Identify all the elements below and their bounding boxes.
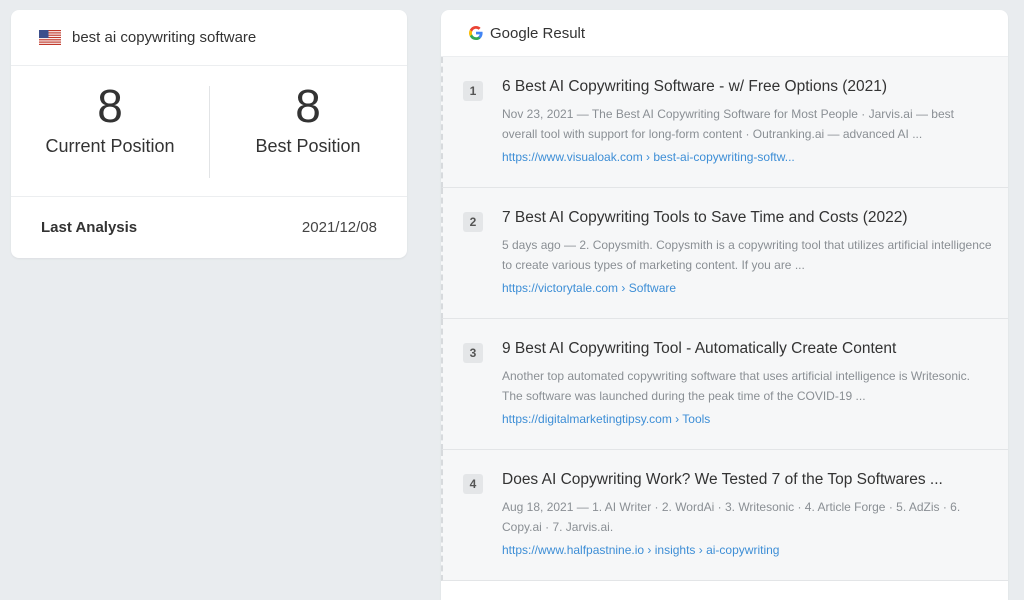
rank-badge: 3 — [463, 343, 483, 363]
best-position-label: Best Position — [255, 136, 361, 156]
result-url-link[interactable]: https://www.visualoak.com › best-ai-copy… — [502, 150, 795, 164]
current-position-label: Current Position — [45, 136, 175, 156]
rank-badge: 4 — [463, 474, 483, 494]
result-snippet: 5 days ago — 2. Copysmith. Copysmith is … — [502, 238, 992, 272]
result-item[interactable]: 4 Does AI Copywriting Work? We Tested 7 … — [441, 450, 1008, 581]
google-result-header: Google Result — [441, 10, 1008, 57]
current-position-stat: 8 Current Position — [11, 66, 209, 196]
keyword-text: best ai copywriting software — [72, 29, 257, 46]
position-stats: 8 Current Position 8 Best Position — [11, 66, 407, 197]
keyword-card: best ai copywriting software 8 Current P… — [11, 10, 407, 258]
us-flag-icon — [39, 30, 61, 45]
last-analysis-label: Last Analysis — [41, 218, 138, 236]
rank-badge: 2 — [463, 212, 483, 232]
result-item[interactable]: 1 6 Best AI Copywriting Software - w/ Fr… — [441, 57, 1008, 188]
result-url-link[interactable]: https://www.halfpastnine.io › insights ›… — [502, 543, 779, 557]
result-title-link[interactable]: 7 Best AI Copywriting Tools to Save Time… — [502, 209, 908, 227]
result-title-link[interactable]: 9 Best AI Copywriting Tool - Automatical… — [502, 340, 896, 358]
result-snippet: Aug 18, 2021 — 1. AI Writer · 2. WordAi … — [502, 500, 961, 534]
result-url-link[interactable]: https://digitalmarketingtipsy.com › Tool… — [502, 412, 710, 426]
result-list: 1 6 Best AI Copywriting Software - w/ Fr… — [441, 57, 1008, 581]
google-icon — [469, 26, 483, 40]
result-item[interactable]: 2 7 Best AI Copywriting Tools to Save Ti… — [441, 188, 1008, 319]
best-position-stat: 8 Best Position — [209, 66, 407, 196]
result-title-link[interactable]: Does AI Copywriting Work? We Tested 7 of… — [502, 471, 943, 489]
result-title-link[interactable]: 6 Best AI Copywriting Software - w/ Free… — [502, 78, 887, 96]
result-snippet: Nov 23, 2021 — The Best AI Copywriting S… — [502, 107, 954, 141]
stat-divider — [209, 86, 210, 178]
google-result-card: Google Result 1 6 Best AI Copywriting So… — [441, 10, 1008, 600]
last-analysis-row: Last Analysis 2021/12/08 — [11, 197, 407, 257]
current-position-value: 8 — [97, 80, 123, 132]
google-result-title: Google Result — [490, 24, 586, 42]
last-analysis-date: 2021/12/08 — [301, 218, 377, 236]
result-snippet: Another top automated copywriting softwa… — [502, 369, 971, 403]
best-position-value: 8 — [295, 80, 321, 132]
rank-badge: 1 — [463, 81, 483, 101]
keyword-header: best ai copywriting software — [11, 10, 407, 66]
result-url-link[interactable]: https://victorytale.com › Software — [502, 281, 676, 295]
result-item[interactable]: 3 9 Best AI Copywriting Tool - Automatic… — [441, 319, 1008, 450]
